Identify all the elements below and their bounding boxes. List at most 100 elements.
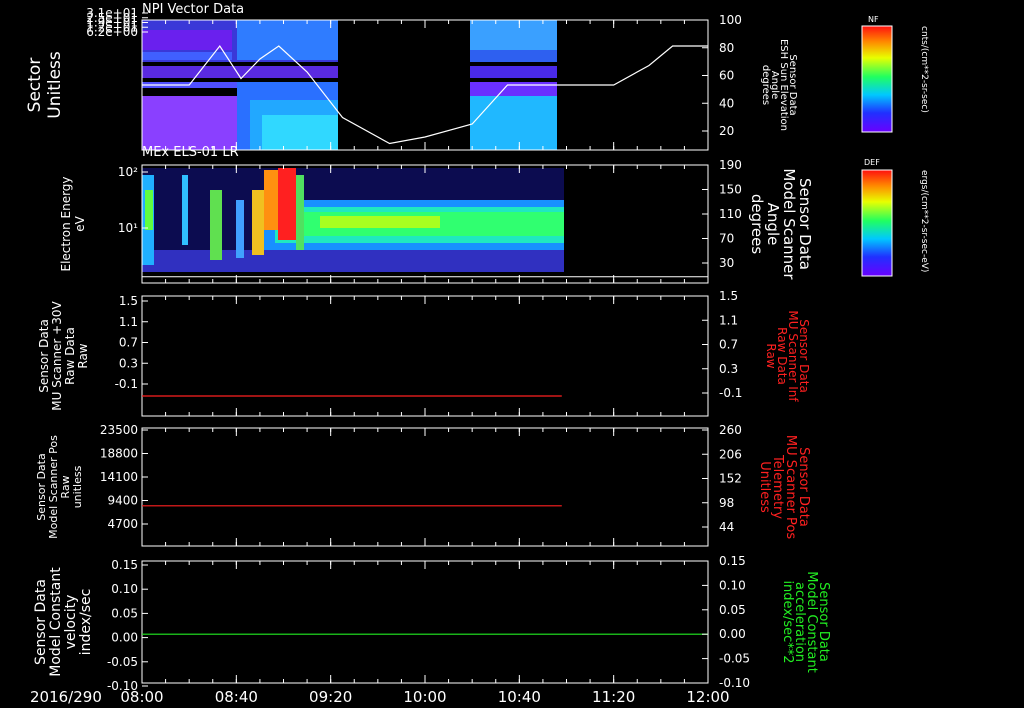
y-axis-title-left: Unitless	[45, 51, 65, 119]
y-tick-label-right: 0.3	[719, 362, 738, 376]
heatmap-band	[470, 62, 557, 66]
heatmap-band	[320, 216, 440, 228]
panel-title: MEx ELS-01 LR	[142, 145, 239, 160]
y-tick-label-right: 206	[719, 447, 742, 461]
y-tick-label-left: -0.1	[115, 377, 138, 391]
colorbar-gradient	[861, 25, 893, 133]
y-axis-title-left: Raw	[76, 343, 90, 368]
y-tick-label-right: 0.00	[719, 627, 746, 641]
plot-frame-panel-5	[141, 560, 709, 684]
heatmap-band	[470, 78, 557, 82]
y-axis-title-left: Model Constant	[48, 567, 64, 677]
y-tick-label-right: 70	[719, 232, 734, 246]
y-tick-label-right: 40	[719, 96, 734, 110]
y-axis-title-left: Electron Energy	[59, 176, 73, 271]
y-tick-label-left: 0.00	[111, 631, 138, 645]
y-axis-title-left: index/sec	[78, 589, 94, 656]
heatmap-band	[142, 78, 338, 82]
y-tick-label-left: 10²	[118, 165, 138, 179]
chart-canvas: NPI Vector Data MEx ELS-01 LR 08:00 08:4…	[25, 2, 929, 706]
time-tick-label: 11:20	[592, 688, 635, 706]
colorbar-units: cnts/(cm**2-sr-sec)	[919, 26, 929, 113]
heatmap-band	[470, 82, 557, 96]
heatmap-band	[142, 52, 232, 60]
heatmap-band	[470, 66, 557, 78]
y-tick-label-right: 1.1	[719, 313, 738, 327]
y-tick-label-right: 1.5	[719, 289, 738, 303]
y-tick-label-right: 100	[719, 13, 742, 27]
time-tick-label: 10:40	[498, 688, 541, 706]
y-tick-label-left: 4700	[107, 517, 138, 531]
y-tick-label-right: 260	[719, 423, 742, 437]
y-tick-label-left: 14100	[100, 470, 138, 484]
plot-frame-panel-3	[141, 295, 709, 417]
y-axis-title-left: Sensor Data	[33, 579, 49, 665]
date-label: 2016/290	[30, 688, 102, 706]
y-tick-label-left: 23500	[100, 423, 138, 437]
y-axis-title-left: Sector	[25, 58, 45, 113]
heatmap-band	[278, 168, 296, 240]
y-tick-label-right: 30	[719, 256, 734, 270]
heatmap-band	[470, 96, 557, 150]
y-axis-title-right: degrees	[760, 65, 771, 105]
y-axis-title-left: MU Scanner +30V	[50, 301, 64, 411]
y-tick-label-right: 0.7	[719, 338, 738, 352]
heatmap-band	[142, 62, 338, 66]
y-tick-label-right: 80	[719, 41, 734, 55]
heatmap-band	[470, 20, 557, 50]
y-tick-label-left: 6.2e+00	[86, 25, 138, 39]
y-axis-title-left: eV	[73, 215, 87, 231]
y-tick-label-left: 10¹	[118, 221, 138, 235]
y-tick-label-left: 0.7	[119, 336, 138, 350]
y-tick-label-right: 152	[719, 472, 742, 486]
y-axis-title-left: unitless	[71, 465, 84, 508]
y-tick-label-left: -0.10	[107, 679, 138, 693]
y-tick-label-left: 0.3	[119, 356, 138, 370]
y-axis-title-right: degrees	[748, 194, 766, 255]
y-axis-title-left: Sensor Data	[37, 319, 51, 393]
y-axis-title-left: velocity	[63, 595, 79, 650]
y-tick-label-right: -0.1	[719, 386, 742, 400]
time-tick-label: 12:00	[686, 688, 729, 706]
y-tick-label-left: 0.15	[111, 558, 138, 572]
heatmap-els	[142, 168, 564, 272]
y-tick-label-left: -0.05	[107, 655, 138, 669]
time-tick-label: 09:20	[309, 688, 352, 706]
colorbar-label: DEF	[864, 158, 880, 167]
heatmap-band	[210, 190, 222, 260]
y-tick-label-right: 98	[719, 496, 734, 510]
y-tick-label-left: 1.1	[119, 315, 138, 329]
y-tick-label-left: 1.5	[119, 294, 138, 308]
plot-frame-panel-4	[141, 427, 709, 547]
heatmap-band	[145, 190, 153, 230]
panel-title: NPI Vector Data	[142, 2, 244, 17]
colorbar-nf: NF cnts/(cm**2-sr-sec)	[861, 15, 929, 133]
colorbar-label: NF	[868, 15, 879, 24]
heatmap-band	[182, 175, 188, 245]
y-tick-label-right: 110	[719, 207, 742, 221]
heatmap-band	[236, 200, 244, 258]
y-axis-title-right: index/sec**2	[780, 580, 795, 663]
y-axis-title-right: Unitless	[757, 461, 772, 513]
heatmap-band	[264, 170, 278, 230]
time-tick-label: 10:00	[403, 688, 446, 706]
y-tick-label-right: -0.05	[719, 652, 750, 666]
y-tick-label-right: 60	[719, 69, 734, 83]
colorbar-gradient	[861, 169, 893, 277]
heatmap-band	[252, 190, 264, 255]
y-tick-label-left: 0.05	[111, 606, 138, 620]
y-tick-label-left: 0.10	[111, 582, 138, 596]
y-tick-label-right: 190	[719, 158, 742, 172]
y-tick-label-right: -0.10	[719, 676, 750, 690]
colorbar-units: ergs/(cm**2-sr-sec-eV)	[919, 170, 929, 272]
time-tick-label: 08:40	[215, 688, 258, 706]
heatmap-band	[296, 175, 304, 250]
y-tick-label-right: 44	[719, 520, 734, 534]
y-axis-title-right: Raw	[764, 343, 778, 368]
y-tick-label-right: 0.10	[719, 578, 746, 592]
y-axis-title-left: Raw Data	[63, 327, 77, 385]
heatmap-band	[142, 250, 564, 272]
y-tick-label-right: 0.05	[719, 603, 746, 617]
y-tick-label-right: 150	[719, 183, 742, 197]
colorbar-def: DEF ergs/(cm**2-sr-sec-eV)	[861, 158, 929, 277]
